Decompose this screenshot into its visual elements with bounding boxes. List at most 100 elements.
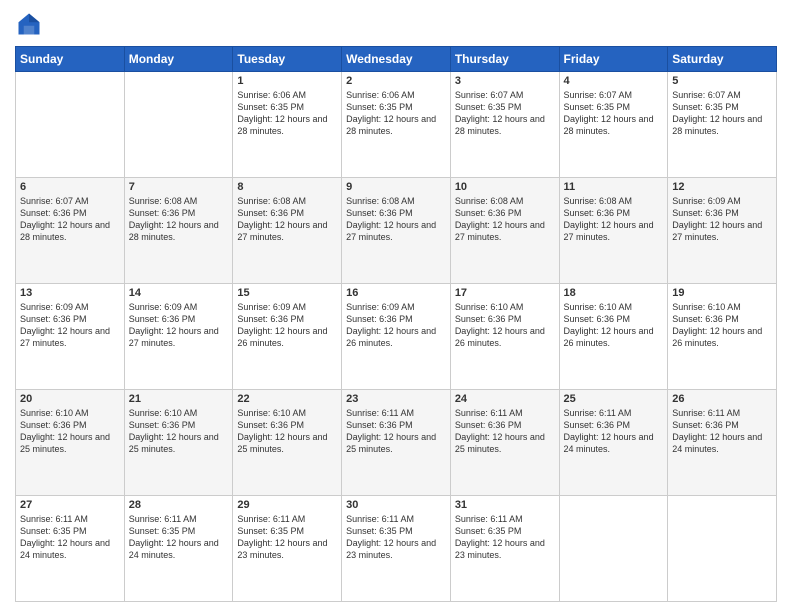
calendar-cell: 12 Sunrise: 6:09 AMSunset: 6:36 PMDayligh…	[668, 178, 777, 284]
calendar-cell: 27Sunrise: 6:11 AMSunset: 6:35 PMDayligh…	[16, 496, 125, 602]
weekday-header-row: SundayMondayTuesdayWednesdayThursdayFrid…	[16, 47, 777, 72]
day-info: Sunrise: 6:08 AMSunset: 6:36 PMDaylight:…	[346, 195, 446, 244]
calendar-cell: 1 Sunrise: 6:06 AMSunset: 6:35 PMDaylight…	[233, 72, 342, 178]
day-info: Sunrise: 6:11 AMSunset: 6:35 PMDaylight:…	[346, 513, 446, 562]
day-info: Sunrise: 6:06 AMSunset: 6:35 PMDaylight:…	[346, 89, 446, 138]
calendar-cell: 29 Sunrise: 6:11 AMSunset: 6:35 PMDayligh…	[233, 496, 342, 602]
calendar-cell: 3Sunrise: 6:07 AMSunset: 6:35 PMDaylight…	[450, 72, 559, 178]
calendar-cell: 30 Sunrise: 6:11 AMSunset: 6:35 PMDayligh…	[342, 496, 451, 602]
calendar-cell: 13 Sunrise: 6:09 AMSunset: 6:36 PMDayligh…	[16, 284, 125, 390]
day-info: Sunrise: 6:07 AMSunset: 6:35 PMDaylight:…	[455, 89, 555, 138]
day-info: Sunrise: 6:08 AMSunset: 6:36 PMDaylight:…	[564, 195, 664, 244]
calendar-cell: 8 Sunrise: 6:08 AMSunset: 6:36 PMDaylight…	[233, 178, 342, 284]
day-number: 10	[455, 181, 555, 193]
calendar-cell	[668, 496, 777, 602]
day-number: 28	[129, 499, 229, 511]
day-number: 24	[455, 393, 555, 405]
day-info: Sunrise: 6:10 AMSunset: 6:36 PMDaylight:…	[672, 301, 772, 350]
weekday-thursday: Thursday	[450, 47, 559, 72]
logo-icon	[15, 10, 43, 38]
calendar-cell: 24 Sunrise: 6:11 AMSunset: 6:36 PMDayligh…	[450, 390, 559, 496]
day-number: 4	[564, 75, 664, 87]
weekday-wednesday: Wednesday	[342, 47, 451, 72]
calendar-table: SundayMondayTuesdayWednesdayThursdayFrid…	[15, 46, 777, 602]
day-info: Sunrise: 6:10 AMSunset: 6:36 PMDaylight:…	[20, 407, 120, 456]
day-number: 1	[237, 75, 337, 87]
week-row-3: 13 Sunrise: 6:09 AMSunset: 6:36 PMDayligh…	[16, 284, 777, 390]
calendar-cell: 17 Sunrise: 6:10 AMSunset: 6:36 PMDayligh…	[450, 284, 559, 390]
calendar-cell: 19Sunrise: 6:10 AMSunset: 6:36 PMDayligh…	[668, 284, 777, 390]
day-info: Sunrise: 6:08 AMSunset: 6:36 PMDaylight:…	[129, 195, 229, 244]
week-row-2: 6 Sunrise: 6:07 AMSunset: 6:36 PMDaylight…	[16, 178, 777, 284]
day-info: Sunrise: 6:09 AMSunset: 6:36 PMDaylight:…	[346, 301, 446, 350]
day-info: Sunrise: 6:11 AMSunset: 6:36 PMDaylight:…	[564, 407, 664, 456]
day-info: Sunrise: 6:11 AMSunset: 6:36 PMDaylight:…	[672, 407, 772, 456]
day-number: 30	[346, 499, 446, 511]
calendar-cell: 6 Sunrise: 6:07 AMSunset: 6:36 PMDaylight…	[16, 178, 125, 284]
week-row-5: 27 Sunrise: 6:11 AMSunset: 6:35 PMDayligh…	[16, 496, 777, 602]
weekday-friday: Friday	[559, 47, 668, 72]
day-info: Sunrise: 6:10 AMSunset: 6:36 PMDaylight:…	[129, 407, 229, 456]
calendar-cell: 21 Sunrise: 6:10 AMSunset: 6:36 PMDayligh…	[124, 390, 233, 496]
day-number: 18	[564, 287, 664, 299]
calendar-cell: 11Sunrise: 6:08 AMSunset: 6:36 PMDayligh…	[559, 178, 668, 284]
day-info: Sunrise: 6:06 AMSunset: 6:35 PMDaylight:…	[237, 89, 337, 138]
calendar-cell: 31 Sunrise: 6:11 AMSunset: 6:35 PMDayligh…	[450, 496, 559, 602]
day-info: Sunrise: 6:07 AMSunset: 6:35 PMDaylight:…	[672, 89, 772, 138]
day-number: 9	[346, 181, 446, 193]
calendar-cell	[559, 496, 668, 602]
day-number: 16	[346, 287, 446, 299]
calendar-cell: 23 Sunrise: 6:11 AMSunset: 6:36 PMDayligh…	[342, 390, 451, 496]
day-info: Sunrise: 6:11 AMSunset: 6:36 PMDaylight:…	[346, 407, 446, 456]
weekday-saturday: Saturday	[668, 47, 777, 72]
day-info: Sunrise: 6:09 AMSunset: 6:36 PMDaylight:…	[20, 301, 120, 350]
weekday-monday: Monday	[124, 47, 233, 72]
calendar-cell	[16, 72, 125, 178]
day-number: 7	[129, 181, 229, 193]
day-number: 25	[564, 393, 664, 405]
day-info: Sunrise: 6:11 AMSunset: 6:35 PMDaylight:…	[129, 513, 229, 562]
weekday-sunday: Sunday	[16, 47, 125, 72]
day-info: Sunrise: 6:08 AMSunset: 6:36 PMDaylight:…	[237, 195, 337, 244]
day-number: 12	[672, 181, 772, 193]
day-number: 13	[20, 287, 120, 299]
day-number: 29	[237, 499, 337, 511]
day-number: 20	[20, 393, 120, 405]
day-number: 17	[455, 287, 555, 299]
day-info: Sunrise: 6:10 AMSunset: 6:36 PMDaylight:…	[455, 301, 555, 350]
day-number: 5	[672, 75, 772, 87]
calendar-cell: 20 Sunrise: 6:10 AMSunset: 6:36 PMDayligh…	[16, 390, 125, 496]
day-number: 6	[20, 181, 120, 193]
day-info: Sunrise: 6:09 AMSunset: 6:36 PMDaylight:…	[129, 301, 229, 350]
calendar-cell: 28 Sunrise: 6:11 AMSunset: 6:35 PMDayligh…	[124, 496, 233, 602]
day-info: Sunrise: 6:10 AMSunset: 6:36 PMDaylight:…	[564, 301, 664, 350]
day-number: 15	[237, 287, 337, 299]
day-info: Sunrise: 6:11 AMSunset: 6:36 PMDaylight:…	[455, 407, 555, 456]
week-row-1: 1 Sunrise: 6:06 AMSunset: 6:35 PMDaylight…	[16, 72, 777, 178]
day-number: 8	[237, 181, 337, 193]
calendar-cell: 4 Sunrise: 6:07 AMSunset: 6:35 PMDaylight…	[559, 72, 668, 178]
calendar-cell: 26Sunrise: 6:11 AMSunset: 6:36 PMDayligh…	[668, 390, 777, 496]
weekday-tuesday: Tuesday	[233, 47, 342, 72]
day-info: Sunrise: 6:11 AMSunset: 6:35 PMDaylight:…	[455, 513, 555, 562]
calendar-cell: 25 Sunrise: 6:11 AMSunset: 6:36 PMDayligh…	[559, 390, 668, 496]
calendar-cell: 18 Sunrise: 6:10 AMSunset: 6:36 PMDayligh…	[559, 284, 668, 390]
calendar-cell: 22Sunrise: 6:10 AMSunset: 6:36 PMDayligh…	[233, 390, 342, 496]
calendar-cell: 9 Sunrise: 6:08 AMSunset: 6:36 PMDaylight…	[342, 178, 451, 284]
day-info: Sunrise: 6:07 AMSunset: 6:35 PMDaylight:…	[564, 89, 664, 138]
calendar-cell: 15 Sunrise: 6:09 AMSunset: 6:36 PMDayligh…	[233, 284, 342, 390]
calendar-cell	[124, 72, 233, 178]
day-number: 31	[455, 499, 555, 511]
calendar-cell: 7 Sunrise: 6:08 AMSunset: 6:36 PMDaylight…	[124, 178, 233, 284]
day-number: 14	[129, 287, 229, 299]
day-info: Sunrise: 6:09 AMSunset: 6:36 PMDaylight:…	[237, 301, 337, 350]
day-number: 21	[129, 393, 229, 405]
day-info: Sunrise: 6:09 AMSunset: 6:36 PMDaylight:…	[672, 195, 772, 244]
page: SundayMondayTuesdayWednesdayThursdayFrid…	[0, 0, 792, 612]
day-number: 23	[346, 393, 446, 405]
day-number: 2	[346, 75, 446, 87]
day-info: Sunrise: 6:07 AMSunset: 6:36 PMDaylight:…	[20, 195, 120, 244]
calendar-cell: 5 Sunrise: 6:07 AMSunset: 6:35 PMDaylight…	[668, 72, 777, 178]
day-number: 27	[20, 499, 120, 511]
day-info: Sunrise: 6:11 AMSunset: 6:35 PMDaylight:…	[237, 513, 337, 562]
